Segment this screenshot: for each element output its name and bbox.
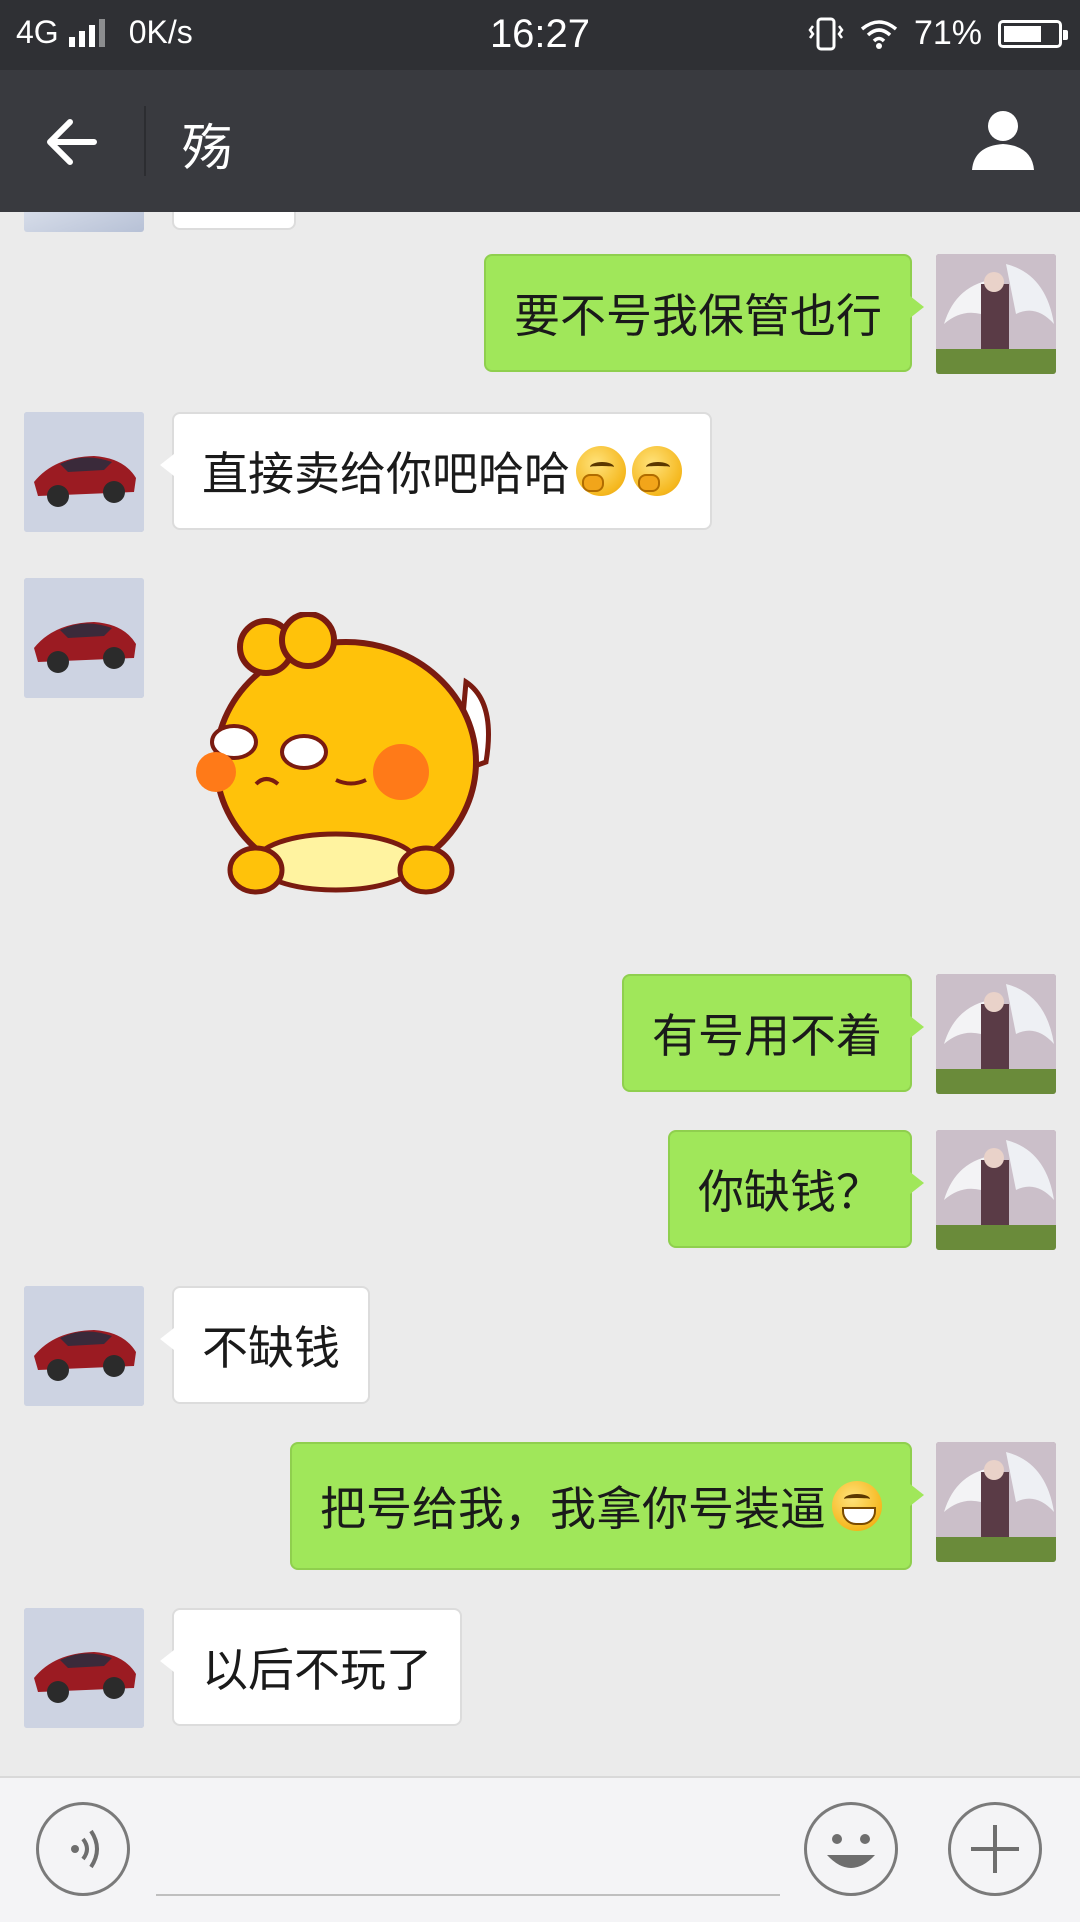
avatar-self[interactable]: [936, 254, 1056, 374]
message-bubble-received[interactable]: 不缺钱: [160, 1286, 370, 1404]
more-button[interactable]: [948, 1802, 1042, 1896]
message-text: 有号用不着: [652, 1009, 882, 1063]
plus-icon: [971, 1825, 1019, 1873]
message-bubble-received[interactable]: 以后不玩了: [160, 1608, 462, 1726]
message-text: 以后不玩了: [202, 1643, 432, 1697]
avatar-contact[interactable]: [24, 212, 144, 232]
message-bubble-partial: [172, 212, 296, 230]
voice-button[interactable]: [36, 1802, 130, 1896]
avatar-self[interactable]: [936, 1130, 1056, 1250]
emoji-button[interactable]: [804, 1802, 898, 1896]
wifi-icon: [860, 19, 898, 49]
message-bubble-sent[interactable]: 有号用不着: [622, 974, 924, 1092]
status-right: 71%: [808, 14, 1068, 53]
back-button[interactable]: [44, 114, 100, 170]
avatar-self-image: [936, 974, 1056, 1094]
profile-button[interactable]: [970, 106, 1036, 172]
avatar-self-image: [936, 1442, 1056, 1562]
avatar-contact[interactable]: [24, 412, 144, 532]
battery-percent: 71%: [913, 14, 982, 52]
message-text: 你缺钱？: [698, 1165, 882, 1219]
thinking-emoji-icon: [576, 446, 626, 496]
avatar-contact[interactable]: [24, 578, 144, 698]
message-bubble-sent[interactable]: 把号给我，我拿你号装逼: [290, 1442, 924, 1570]
car-avatar-image: [24, 1286, 144, 1406]
arrow-left-icon: [47, 119, 97, 165]
avatar-contact[interactable]: [24, 1286, 144, 1406]
message-text: 要不号我保管也行: [514, 289, 882, 343]
message-bubble-received[interactable]: 直接卖给你吧哈哈: [160, 412, 712, 530]
grin-emoji-icon: [832, 1481, 882, 1531]
input-bar: [0, 1776, 1080, 1922]
message-text: 不缺钱: [202, 1321, 340, 1375]
chat-header: 殇: [0, 70, 1080, 212]
avatar-contact[interactable]: [24, 1608, 144, 1728]
avatar-self[interactable]: [936, 1442, 1056, 1562]
smiley-icon: [827, 1834, 875, 1868]
message-text: 直接卖给你吧哈哈: [202, 447, 570, 501]
message-bubble-sent[interactable]: 要不号我保管也行: [484, 254, 924, 372]
yellow-chick-sticker[interactable]: [196, 611, 536, 912]
header-divider: [144, 106, 146, 176]
thinking-emoji-icon: [632, 446, 682, 496]
battery-icon: [998, 19, 1068, 48]
message-list[interactable]: 要不号我保管也行 直接卖给你吧哈哈 有号用不着 你缺钱？ 不缺钱 把号给我，我拿…: [0, 212, 1080, 1776]
message-text: 把号给我，我拿你号装逼: [320, 1482, 826, 1536]
avatar-self[interactable]: [936, 974, 1056, 1094]
chat-title: 殇: [182, 119, 232, 177]
message-bubble-sent[interactable]: 你缺钱？: [668, 1130, 924, 1248]
status-bar: 4G 0K/s 16:27 71%: [0, 0, 1080, 70]
person-icon: [972, 111, 1034, 170]
avatar-self-image: [936, 254, 1056, 374]
voice-icon: [71, 1829, 99, 1869]
car-avatar-image: [24, 1608, 144, 1728]
sticker-image: [196, 611, 491, 895]
vibrate-icon: [808, 17, 844, 50]
car-avatar-image: [24, 578, 144, 698]
car-avatar-image: [24, 412, 144, 532]
avatar-self-image: [936, 1130, 1056, 1250]
message-input[interactable]: [156, 1894, 780, 1896]
